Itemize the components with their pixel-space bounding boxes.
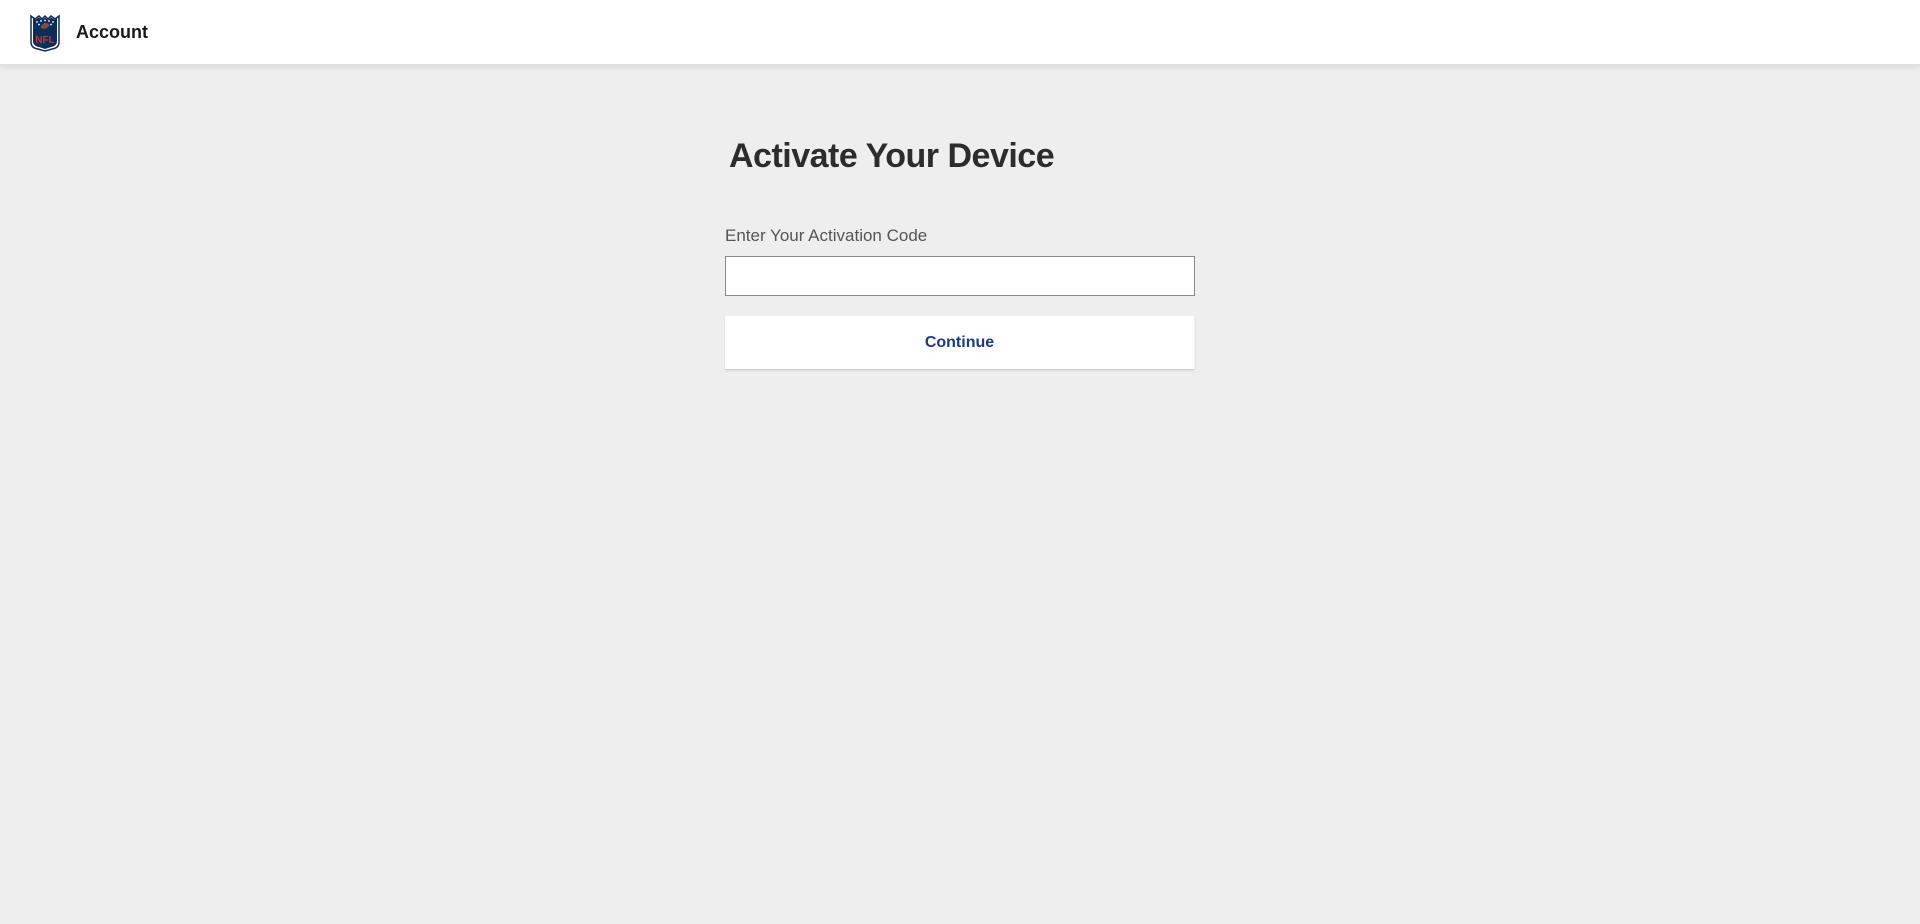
activation-code-label: Enter Your Activation Code <box>725 226 1195 246</box>
header-title: Account <box>76 22 148 43</box>
nfl-logo-icon: NFL <box>30 12 60 52</box>
svg-text:NFL: NFL <box>35 35 54 46</box>
continue-button[interactable]: Continue <box>725 316 1195 370</box>
logo-wrap: NFL Account <box>30 12 148 52</box>
activation-code-input[interactable] <box>725 256 1195 296</box>
header: NFL Account <box>0 0 1920 65</box>
main-content: Activate Your Device Enter Your Activati… <box>725 65 1195 370</box>
page-title: Activate Your Device <box>725 137 1195 176</box>
